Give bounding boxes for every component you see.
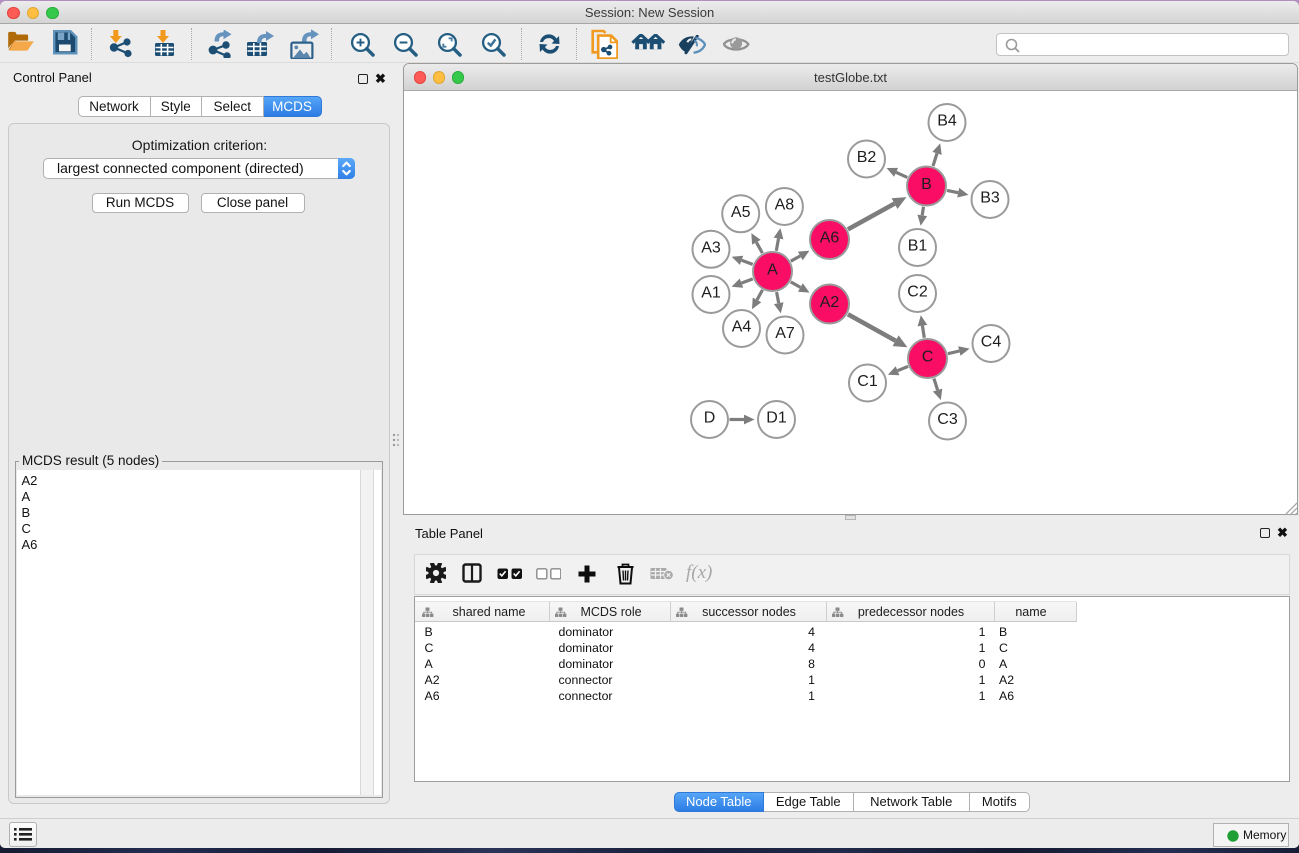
svg-text:A2: A2	[820, 294, 840, 311]
svg-text:B2: B2	[857, 149, 877, 166]
svg-text:A7: A7	[775, 325, 795, 342]
svg-text:C4: C4	[981, 334, 1002, 351]
svg-text:C: C	[922, 349, 934, 366]
svg-text:B3: B3	[980, 190, 1000, 207]
svg-text:D: D	[704, 410, 716, 427]
svg-text:D1: D1	[766, 410, 787, 427]
svg-text:B1: B1	[908, 238, 928, 255]
svg-text:A3: A3	[701, 239, 721, 256]
svg-text:B: B	[921, 176, 932, 193]
svg-text:A6: A6	[820, 230, 840, 247]
svg-text:A1: A1	[701, 285, 721, 302]
svg-text:C1: C1	[857, 373, 878, 390]
svg-text:A4: A4	[732, 319, 752, 336]
svg-text:A: A	[767, 262, 778, 279]
svg-text:C2: C2	[907, 284, 928, 301]
svg-text:A8: A8	[775, 197, 795, 214]
svg-text:B4: B4	[937, 113, 957, 130]
svg-text:A5: A5	[731, 204, 751, 221]
svg-text:C3: C3	[937, 411, 958, 428]
